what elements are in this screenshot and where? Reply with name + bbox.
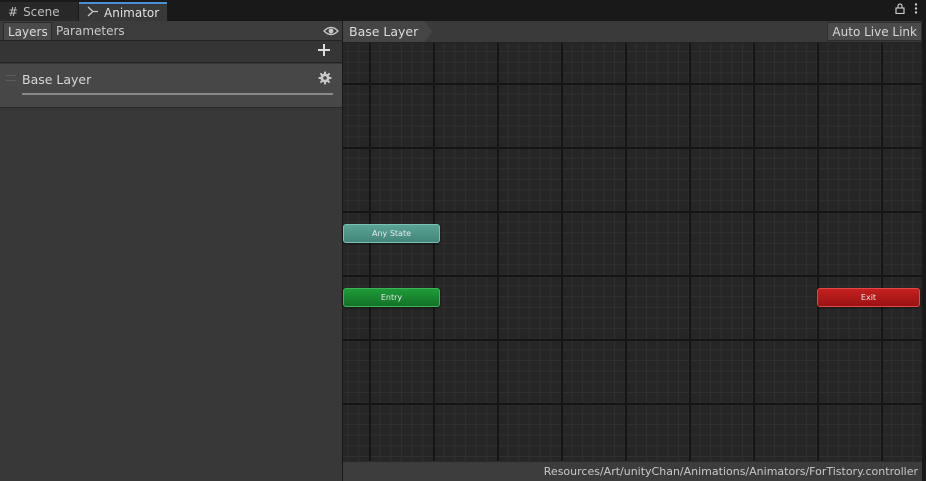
node-entry-label: Entry (380, 293, 403, 302)
gear-icon[interactable] (318, 71, 332, 85)
animator-icon (87, 6, 99, 19)
lock-icon[interactable] (895, 3, 905, 17)
node-exit[interactable]: Exit (817, 288, 920, 307)
breadcrumb-label: Base Layer (349, 24, 419, 39)
layer-add-row (0, 41, 342, 63)
tab-scene[interactable]: # Scene (0, 2, 78, 21)
tab-animator-label: Animator (104, 5, 160, 20)
drag-handle[interactable] (6, 75, 16, 81)
layer-weight-bar (22, 93, 333, 95)
graph-toolbar: Base Layer Auto Live Link (343, 21, 926, 43)
tab-layers-label: Layers (8, 24, 48, 39)
plus-icon[interactable] (316, 43, 332, 59)
eye-icon[interactable] (323, 24, 339, 38)
tab-scene-label: Scene (23, 4, 60, 19)
controller-path: Resources/Art/unityChan/Animations/Anima… (543, 465, 918, 478)
layer-name: Base Layer (22, 72, 92, 87)
auto-live-link-button[interactable]: Auto Live Link (827, 22, 922, 41)
tab-parameters-label: Parameters (56, 24, 125, 38)
node-any-state[interactable]: Any State (343, 224, 440, 243)
kebab-menu-icon[interactable] (914, 3, 918, 17)
auto-live-link-label: Auto Live Link (832, 24, 917, 39)
breadcrumb[interactable]: Base Layer (343, 21, 432, 42)
tab-parameters[interactable]: Parameters (52, 22, 126, 40)
state-graph-canvas[interactable] (343, 43, 922, 461)
panel-toolbar: Layers Parameters (0, 21, 342, 41)
node-entry[interactable]: Entry (343, 288, 440, 307)
node-exit-label: Exit (860, 293, 877, 302)
grid-icon: # (8, 4, 19, 19)
window-tab-bar: # Scene Animator (0, 0, 926, 21)
layers-panel: Layers Parameters Base Layer (0, 21, 342, 481)
panel-border (922, 21, 926, 481)
tab-layers[interactable]: Layers (3, 22, 52, 40)
layer-list-item[interactable]: Base Layer (0, 64, 342, 108)
node-any-state-label: Any State (372, 229, 411, 238)
status-bar: Resources/Art/unityChan/Animations/Anima… (343, 461, 922, 481)
window-controls (895, 3, 918, 17)
tab-animator[interactable]: Animator (79, 2, 167, 21)
